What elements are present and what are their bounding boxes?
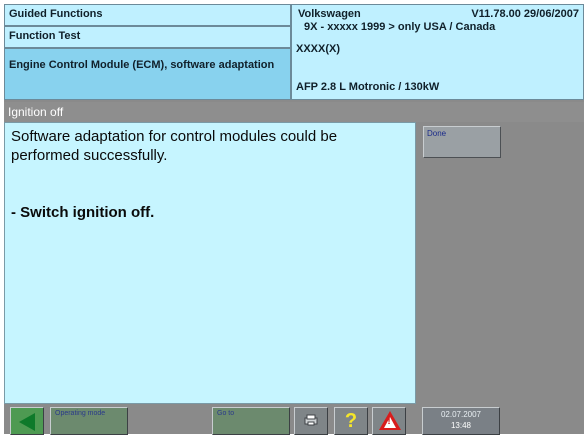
current-date: 02.07.2007 bbox=[440, 410, 482, 419]
software-version: V11.78.00 29/06/2007 bbox=[471, 8, 579, 20]
result-message: Software adaptation for control modules … bbox=[11, 128, 338, 164]
navigation-path: Guided Functions Function Test Engine Co… bbox=[4, 4, 291, 100]
help-button[interactable]: ? bbox=[334, 407, 368, 435]
vehicle-model: 9X - xxxxx 1999 > only USA / Canada bbox=[304, 21, 496, 33]
print-button[interactable] bbox=[294, 407, 328, 435]
operating-mode-button[interactable]: Operating mode bbox=[50, 407, 128, 435]
goto-button[interactable]: Go to bbox=[212, 407, 290, 435]
message-pane: Software adaptation for control modules … bbox=[4, 122, 416, 404]
engine-info: AFP 2.8 L Motronic / 130kW bbox=[296, 81, 440, 93]
warning-button[interactable]: ! bbox=[372, 407, 406, 435]
back-arrow-icon bbox=[19, 413, 35, 431]
operating-mode-label: Operating mode bbox=[55, 410, 106, 417]
datetime-display: 02.07.2007 13:48 bbox=[422, 407, 500, 435]
warning-mark: ! bbox=[387, 416, 391, 427]
goto-label: Go to bbox=[217, 410, 235, 417]
current-time: 13:48 bbox=[450, 421, 472, 430]
instruction-message: - Switch ignition off. bbox=[11, 204, 155, 221]
nav-guided-functions[interactable]: Guided Functions bbox=[4, 4, 291, 26]
action-column: Done bbox=[416, 122, 584, 404]
status-bar: Ignition off bbox=[4, 102, 584, 122]
back-button[interactable] bbox=[10, 407, 44, 435]
diagnostic-window: Guided Functions Function Test Engine Co… bbox=[4, 4, 584, 435]
vehicle-code: XXXX(X) bbox=[296, 43, 341, 55]
vehicle-brand: Volkswagen bbox=[298, 8, 361, 20]
nav-ecm-software-adaptation[interactable]: Engine Control Module (ECM), software ad… bbox=[4, 48, 291, 100]
printer-icon bbox=[304, 414, 318, 426]
help-icon: ? bbox=[344, 410, 358, 432]
nav-function-test[interactable]: Function Test bbox=[4, 26, 291, 48]
vehicle-info-panel: Volkswagen V11.78.00 29/06/2007 9X - xxx… bbox=[291, 4, 584, 100]
done-button[interactable]: Done bbox=[423, 126, 501, 158]
bottom-toolbar: Operating mode Go to ? ! 02.07.2007 13:4… bbox=[4, 404, 584, 435]
